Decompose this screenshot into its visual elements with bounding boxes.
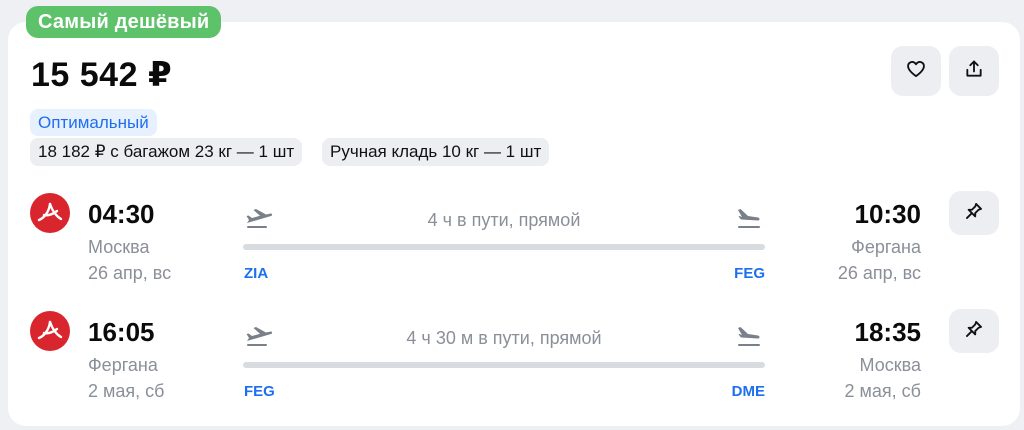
arrival-city: Фергана [851, 237, 921, 257]
arrival-date: 2 мая, сб [844, 381, 921, 401]
departure-time: 04:30 [88, 199, 155, 229]
arrival-time: 10:30 [854, 199, 922, 229]
flight-duration: 4 ч в пути, прямой [427, 210, 581, 230]
flight-route-bar [243, 362, 765, 368]
arrival-city: Москва [859, 355, 921, 375]
airline-logo [30, 193, 70, 233]
departure-city: Москва [88, 237, 150, 257]
ticket-price: 15 542 ₽ [31, 56, 173, 94]
departure-time: 16:05 [88, 317, 155, 347]
airline-logo [30, 311, 70, 351]
heart-icon [906, 59, 926, 84]
destination-airport-code: FEG [734, 265, 765, 282]
origin-airport-code: ZIA [244, 265, 269, 282]
origin-airport-code: FEG [244, 383, 275, 400]
share-icon [964, 59, 984, 84]
landing-icon [734, 325, 764, 347]
pin-icon [964, 319, 984, 344]
favorite-button[interactable] [891, 46, 941, 96]
share-button[interactable] [949, 46, 999, 96]
baggage-option-tag[interactable]: 18 182 ₽ с багажом 23 кг — 1 шт [30, 138, 303, 166]
cheapest-badge: Самый дешёвый [26, 6, 222, 38]
hand-luggage-tag: Ручная кладь 10 кг — 1 шт [322, 138, 550, 166]
flight-route-bar [243, 244, 765, 250]
flight-duration: 4 ч 30 м в пути, прямой [406, 328, 602, 348]
pin-icon [964, 201, 984, 226]
fare-type-tag[interactable]: Оптимальный [30, 109, 157, 136]
departure-date: 26 апр, вс [88, 263, 172, 283]
departure-city: Фергана [88, 355, 158, 375]
arrival-time: 18:35 [854, 317, 922, 347]
pin-segment-button[interactable] [949, 191, 999, 235]
departure-date: 2 мая, сб [88, 381, 165, 401]
destination-airport-code: DME [731, 383, 765, 400]
landing-icon [734, 207, 764, 229]
pin-segment-button[interactable] [949, 309, 999, 353]
arrival-date: 26 апр, вс [837, 263, 921, 283]
